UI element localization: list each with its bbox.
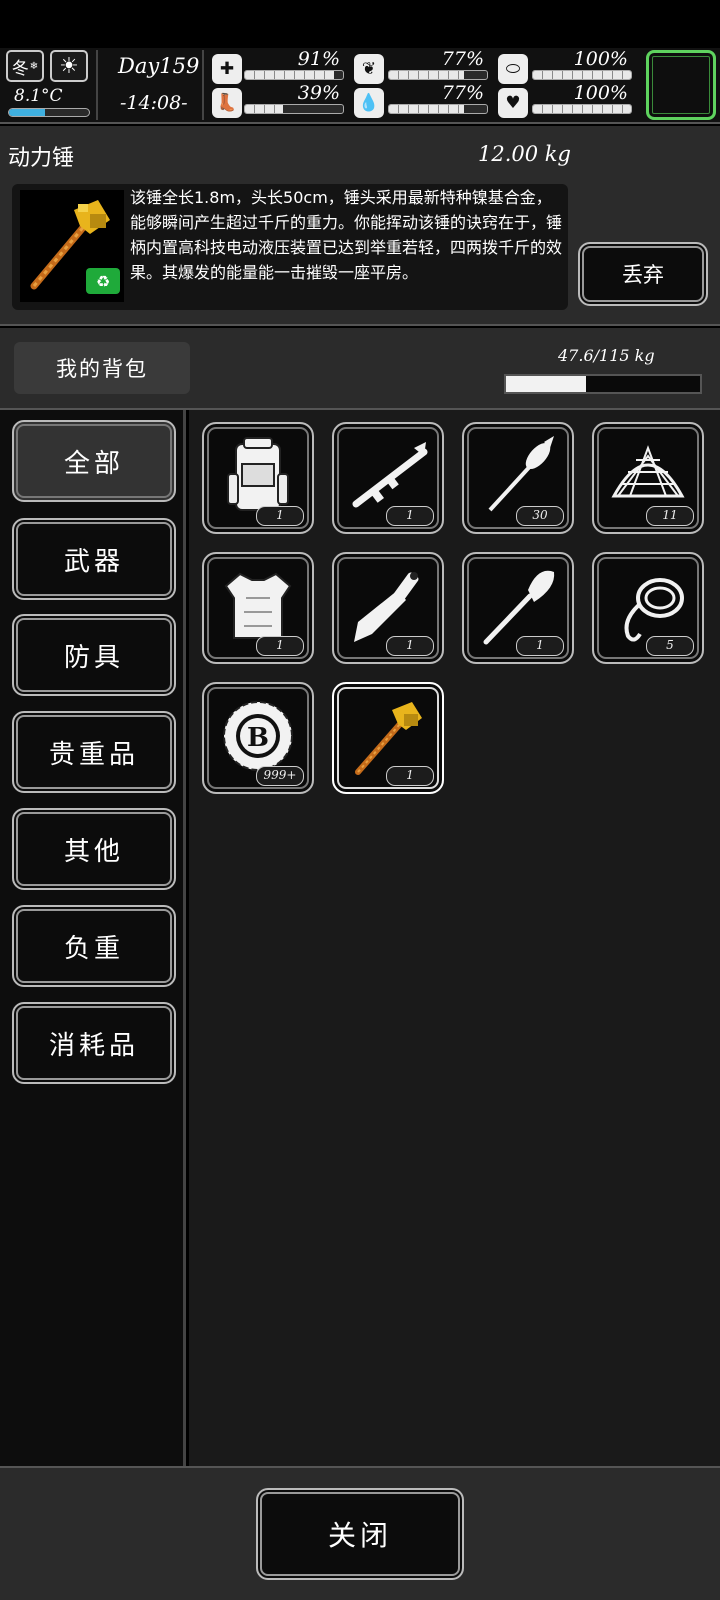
sanity-bar bbox=[532, 70, 632, 80]
stamina-bar bbox=[244, 104, 344, 114]
boot-icon: 👢 bbox=[212, 88, 242, 118]
hunger-bar bbox=[388, 70, 488, 80]
item-slot-power-hammer[interactable]: 1 bbox=[332, 682, 444, 794]
temperature-bar-fill bbox=[9, 109, 45, 116]
item-count: 1 bbox=[256, 636, 304, 656]
hunger-value: 77% bbox=[441, 48, 484, 70]
category-other[interactable]: 其他 bbox=[12, 808, 176, 890]
temperature-bar bbox=[8, 108, 90, 117]
pill-icon: ⬭ bbox=[498, 54, 528, 84]
health-bar bbox=[244, 70, 344, 80]
divider bbox=[202, 50, 204, 120]
sanity-bar-fill bbox=[533, 71, 631, 79]
category-load[interactable]: 负重 bbox=[12, 905, 176, 987]
backpack-capacity: 47.6/115 kg bbox=[558, 346, 655, 365]
item-count: 11 bbox=[646, 506, 694, 526]
season-label: 冬 bbox=[11, 58, 29, 79]
discard-button[interactable]: 丢弃 bbox=[578, 242, 708, 306]
backpack-title: 我的背包 bbox=[14, 342, 190, 394]
hud-bar: 冬 ❄ ☀ 8.1°C Day159 -14:08- ✚ 91% ❦ 77% ⬭ … bbox=[0, 48, 720, 124]
category-weapons[interactable]: 武器 bbox=[12, 518, 176, 600]
stamina-bar-fill bbox=[245, 105, 284, 113]
item-slot-machete[interactable]: 1 bbox=[332, 552, 444, 664]
health-bar-fill bbox=[245, 71, 335, 79]
water-drop-icon: 💧 bbox=[354, 88, 384, 118]
item-slot-backpack[interactable]: 1 bbox=[202, 422, 314, 534]
medkit-icon: ✚ bbox=[212, 54, 242, 84]
close-button[interactable]: 关闭 bbox=[256, 1488, 464, 1580]
item-count: 999+ bbox=[256, 766, 304, 786]
mood-bar-fill bbox=[533, 105, 631, 113]
svg-text:B: B bbox=[247, 723, 269, 753]
capacity-bar bbox=[504, 374, 702, 394]
day-label: Day159 bbox=[118, 54, 200, 78]
item-weight: 12.00 kg bbox=[478, 142, 571, 166]
sun-icon: ☀ bbox=[50, 50, 88, 82]
category-consumables[interactable]: 消耗品 bbox=[12, 1002, 176, 1084]
item-name: 动力锤 bbox=[8, 146, 75, 171]
item-count: 1 bbox=[386, 766, 434, 786]
item-count: 1 bbox=[256, 506, 304, 526]
mood-value: 100% bbox=[573, 82, 628, 104]
item-count: 1 bbox=[386, 636, 434, 656]
item-slot-rocket[interactable]: 30 bbox=[462, 422, 574, 534]
divider bbox=[96, 50, 98, 120]
system-status-bar bbox=[0, 0, 720, 48]
item-count: 1 bbox=[516, 636, 564, 656]
stamina-value: 39% bbox=[297, 82, 340, 104]
status-effect-slot[interactable] bbox=[646, 50, 716, 120]
item-slot-shovel[interactable]: 1 bbox=[462, 552, 574, 664]
capacity-bar-fill bbox=[506, 376, 587, 392]
heart-icon: ♥ bbox=[498, 88, 528, 118]
temperature-label: 8.1°C bbox=[14, 86, 63, 106]
health-value: 91% bbox=[297, 48, 340, 70]
item-slot-rope[interactable]: 5 bbox=[592, 552, 704, 664]
item-slot-bitcoin[interactable]: B 999+ bbox=[202, 682, 314, 794]
item-slot-body-armor[interactable]: 1 bbox=[202, 552, 314, 664]
item-description: 该锤全长1.8m，头长50cm，锤头采用最新特种镍基合金，能够瞬间产生超过千斤的… bbox=[130, 188, 563, 282]
thirst-value: 77% bbox=[441, 82, 484, 104]
time-label: -14:08- bbox=[120, 92, 188, 114]
sanity-value: 100% bbox=[573, 48, 628, 70]
item-count: 5 bbox=[646, 636, 694, 656]
mood-bar bbox=[532, 104, 632, 114]
item-slot-rpg-launcher[interactable]: 1 bbox=[332, 422, 444, 534]
recycle-shirt-icon: ♻ bbox=[86, 268, 120, 294]
item-slot-net[interactable]: 11 bbox=[592, 422, 704, 534]
stomach-icon: ❦ bbox=[354, 54, 384, 84]
item-count: 30 bbox=[516, 506, 564, 526]
category-all[interactable]: 全部 bbox=[12, 420, 176, 502]
category-armor[interactable]: 防具 bbox=[12, 614, 176, 696]
thirst-bar bbox=[388, 104, 488, 114]
category-valuables[interactable]: 贵重品 bbox=[12, 711, 176, 793]
hunger-bar-fill bbox=[389, 71, 465, 79]
thirst-bar-fill bbox=[389, 105, 465, 113]
season-badge: 冬 ❄ bbox=[6, 50, 44, 82]
item-count: 1 bbox=[386, 506, 434, 526]
